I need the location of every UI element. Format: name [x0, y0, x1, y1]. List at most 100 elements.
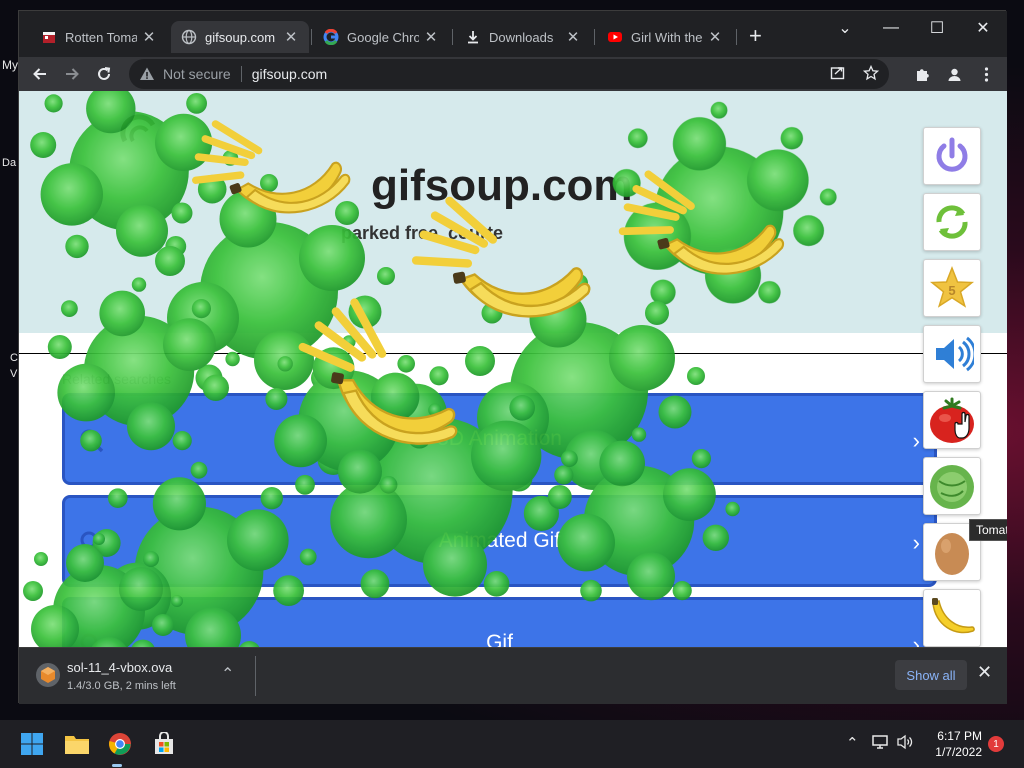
power-button[interactable]: [923, 127, 981, 185]
forward-button[interactable]: [59, 61, 85, 87]
back-button[interactable]: [27, 61, 53, 87]
desktop-label-fragment: V: [10, 368, 18, 380]
related-search-label: Animated Gif: [438, 529, 561, 552]
tab-gifsoup[interactable]: gifsoup.com ✕: [171, 21, 309, 53]
tomato-button[interactable]: [923, 391, 981, 449]
chrome-window: Rotten Tomato ✕ gifsoup.com ✕ Google Chr…: [18, 10, 1007, 704]
bookmark-star-icon[interactable]: [862, 64, 880, 85]
minimize-button[interactable]: —: [871, 17, 911, 39]
volume-icon[interactable]: [896, 734, 914, 754]
rotten-tomatoes-favicon: [41, 29, 57, 45]
globe-icon: [181, 29, 197, 45]
folder-icon: [65, 736, 89, 754]
tab-separator: [736, 29, 737, 45]
star-badge: 5: [948, 283, 955, 298]
cabbage-icon: [930, 465, 974, 509]
extensions-button[interactable]: [909, 61, 935, 87]
extension-side-panel: 5: [917, 123, 987, 647]
microsoft-store-button[interactable]: [148, 728, 180, 760]
related-search-label: Gif: [486, 631, 513, 647]
reload-icon: [98, 67, 111, 80]
tab-separator: [311, 29, 312, 45]
tab-search-button[interactable]: ⌄: [825, 17, 865, 39]
menu-button[interactable]: [973, 61, 999, 87]
reload-button[interactable]: [91, 61, 117, 87]
url-text[interactable]: gifsoup.com: [252, 66, 327, 82]
warning-icon[interactable]: [139, 66, 155, 82]
chevron-up-icon[interactable]: ⌃: [221, 664, 234, 684]
notification-badge[interactable]: 1: [988, 736, 1004, 752]
desktop-label-fragment: Da: [2, 157, 17, 169]
related-search-button[interactable]: Gif ›: [62, 597, 937, 647]
banana-icon: [932, 598, 975, 634]
shelf-divider: [255, 656, 256, 696]
sound-button[interactable]: [923, 325, 981, 383]
speaker-icon: [936, 336, 974, 372]
related-search-button[interactable]: 3D Animation ›: [62, 393, 937, 485]
clock-time: 6:17 PM: [937, 729, 982, 743]
profile-button[interactable]: [941, 61, 967, 87]
tab-youtube[interactable]: Girl With the n ✕: [597, 21, 733, 53]
close-tab-icon[interactable]: ✕: [283, 28, 299, 46]
active-app-indicator: [112, 764, 122, 767]
tab-title: Rotten Tomato: [65, 29, 137, 45]
youtube-favicon: [607, 29, 623, 45]
egg-icon: [935, 533, 969, 575]
taskbar: ⌃ 6:17 PM 1/7/2022: [0, 720, 1024, 768]
desktop-label-fragment: My: [2, 58, 18, 72]
chevron-up-icon[interactable]: ⌃: [846, 734, 859, 752]
related-search-button[interactable]: Animated Gif ›: [62, 495, 937, 587]
clock-date: 1/7/2022: [935, 745, 982, 759]
close-tab-icon[interactable]: ✕: [423, 28, 439, 46]
system-clock[interactable]: 6:17 PM 1/7/2022: [928, 728, 982, 760]
chrome-taskbar-button[interactable]: [104, 728, 136, 760]
windows-logo-icon: [21, 733, 43, 755]
virtualbox-file-icon[interactable]: [35, 662, 61, 688]
tab-title: Google Chrom: [347, 29, 419, 45]
address-bar[interactable]: Not secure gifsoup.com: [129, 59, 889, 89]
network-icon[interactable]: [872, 734, 890, 754]
refresh-button[interactable]: [923, 193, 981, 251]
share-icon[interactable]: [830, 65, 845, 85]
close-tab-icon[interactable]: ✕: [565, 28, 581, 46]
show-all-button[interactable]: Show all: [895, 660, 967, 690]
related-searches-label: Related searches: [62, 371, 171, 387]
page-viewport: gifsoup.com parked free, courte Related …: [19, 91, 1007, 647]
close-tab-icon[interactable]: ✕: [707, 28, 723, 46]
omnibox-actions: [830, 64, 880, 85]
refresh-icon: [936, 205, 968, 239]
star-button[interactable]: 5: [923, 259, 981, 317]
puzzle-icon: [916, 68, 929, 81]
tab-downloads[interactable]: Downloads ✕: [455, 21, 591, 53]
tab-google-chrome[interactable]: Google Chrom ✕: [313, 21, 449, 53]
download-status: 1.4/3.0 GB, 2 mins left: [67, 680, 176, 692]
tab-title: Downloads: [489, 29, 554, 45]
browser-toolbar: Not secure gifsoup.com: [19, 57, 1007, 91]
close-tab-icon[interactable]: ✕: [141, 28, 157, 46]
maximize-button[interactable]: ☐: [917, 17, 957, 39]
banana-button[interactable]: [923, 589, 981, 647]
chrome-icon: [109, 733, 131, 755]
forward-arrow-icon: [66, 68, 79, 80]
tab-rotten-tomatoes[interactable]: Rotten Tomato ✕: [31, 21, 167, 53]
security-label[interactable]: Not secure: [163, 66, 231, 82]
star-icon: 5: [929, 265, 975, 308]
cabbage-button[interactable]: [923, 457, 981, 515]
site-logo-icon: [120, 114, 156, 143]
back-arrow-icon: [33, 68, 46, 80]
tooltip: Tomato: [969, 519, 1007, 541]
kebab-menu-icon: [984, 66, 988, 82]
desktop-label-fragment: C: [10, 352, 18, 364]
tab-title: Girl With the n: [631, 29, 703, 45]
download-file-name[interactable]: sol-11_4-vbox.ova: [67, 660, 172, 675]
start-button[interactable]: [16, 728, 48, 760]
close-shelf-icon[interactable]: ✕: [977, 662, 992, 683]
file-explorer-button[interactable]: [61, 728, 93, 760]
site-subtitle: parked free, courte: [341, 223, 504, 243]
section-divider: [19, 353, 1007, 354]
close-window-button[interactable]: ✕: [963, 17, 1003, 39]
download-icon: [465, 29, 481, 45]
tab-separator: [594, 29, 595, 45]
tab-separator: [452, 29, 453, 45]
new-tab-button[interactable]: +: [749, 25, 762, 47]
